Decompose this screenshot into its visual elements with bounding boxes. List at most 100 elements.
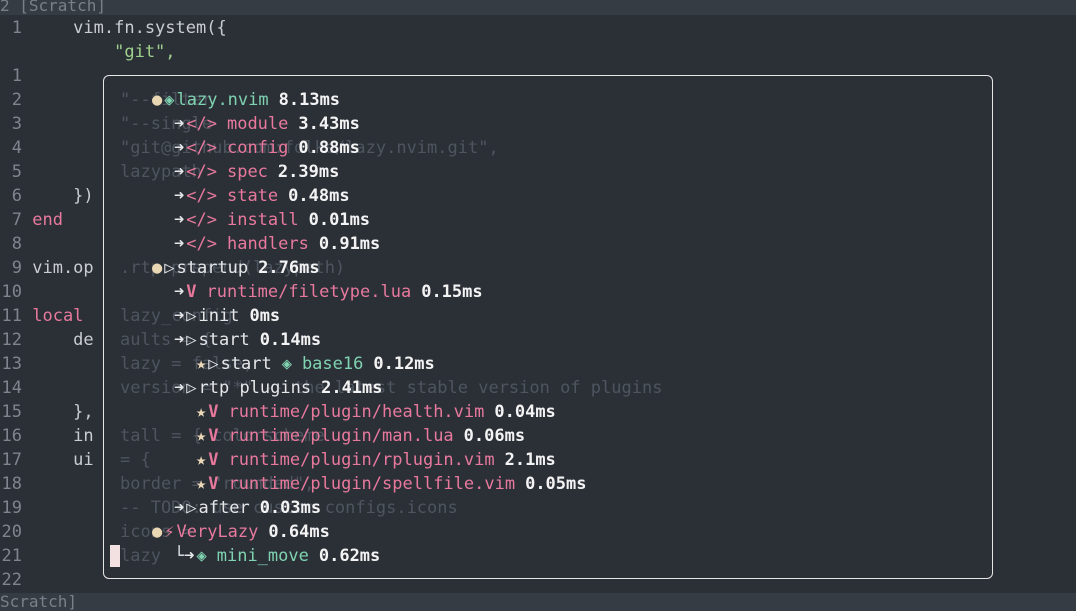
background-code-text: lazy <box>120 546 161 566</box>
line-number: 16 <box>1 426 22 446</box>
arrow-icon: ➜ <box>174 210 185 230</box>
code-icon: </> <box>186 114 217 134</box>
vim-file-icon: V <box>208 474 219 494</box>
profile-row[interactable]: ➜ </> config 0.88ms <box>174 136 360 160</box>
arrow-icon: ➜ <box>174 282 185 302</box>
line-number: 20 <box>1 522 22 542</box>
profile-time: 0.12ms <box>373 354 435 374</box>
profile-row[interactable]: ★ Vruntime/plugin/rplugin.vim 2.1ms <box>196 448 556 472</box>
code-icon: </> <box>186 138 217 158</box>
profile-entry-name: spec <box>226 162 268 182</box>
arrow-icon: ➜ <box>174 162 185 182</box>
event-play-icon: ▷ <box>186 306 197 326</box>
line-number: 8 <box>11 234 22 254</box>
profile-row[interactable]: ● ⚡ VeryLazy 0.64ms <box>152 520 330 544</box>
profile-row[interactable]: ● ◈ lazy.nvim 8.13ms <box>152 88 340 112</box>
star-icon: ★ <box>196 402 207 422</box>
profile-row[interactable]: ➜ ▷ start 0.14ms <box>174 328 321 352</box>
line-code: local <box>22 306 84 326</box>
profile-time: 0.91ms <box>318 234 381 254</box>
line-number: 1 <box>11 18 22 38</box>
event-play-icon: ▷ <box>186 498 197 518</box>
code-icon: </> <box>186 234 217 254</box>
profile-entry-name: runtime/plugin/spellfile.vim <box>228 474 516 494</box>
lazy-profile-popup[interactable]: "--filter "--single "git@github.com:folke/… <box>103 75 993 579</box>
profile-time: 8.13ms <box>278 90 341 110</box>
editor-line[interactable]: "git", <box>0 40 1076 64</box>
profile-time: 0.14ms <box>259 330 322 350</box>
profile-entry-name: module <box>226 114 289 134</box>
line-number: 22 <box>1 570 22 590</box>
line-number: 15 <box>1 402 22 422</box>
plugin-icon: ◈ <box>196 546 207 566</box>
profile-row[interactable]: ★ ▷ start ◈ base16 0.12ms <box>196 352 435 376</box>
line-number: 18 <box>1 474 22 494</box>
profile-row[interactable]: ➜ Vruntime/filetype.lua 0.15ms <box>174 280 483 304</box>
vim-file-icon: V <box>208 450 219 470</box>
profile-entry-name: runtime/filetype.lua <box>206 282 412 302</box>
bullet-icon: ● <box>152 90 163 110</box>
line-number: 17 <box>1 450 22 470</box>
line-code: vim.op <box>22 258 94 278</box>
profile-row[interactable]: ★ Vruntime/plugin/man.lua 0.06ms <box>196 424 525 448</box>
profile-entry-name: runtime/plugin/health.vim <box>228 402 485 422</box>
line-code: ui <box>22 450 94 470</box>
profile-row[interactable]: └➜ ◈ mini_move 0.62ms <box>174 544 380 568</box>
vim-file-icon: V <box>208 426 219 446</box>
vim-file-icon: V <box>186 282 197 302</box>
line-number: 7 <box>11 210 22 230</box>
line-code: end <box>22 210 63 230</box>
profile-row[interactable]: ➜ ▷ init 0ms <box>174 304 280 328</box>
line-code: de <box>22 330 94 350</box>
line-number: 21 <box>1 546 22 566</box>
profile-row[interactable]: ➜ </> install 0.01ms <box>174 208 370 232</box>
statusline: Scratch] <box>0 593 1076 611</box>
bullet-icon: ● <box>152 258 163 278</box>
profile-time: 0.05ms <box>525 474 587 494</box>
star-icon: ★ <box>196 426 207 446</box>
profile-entry-name: mini_move <box>216 546 309 566</box>
star-icon: ★ <box>196 354 207 374</box>
profile-row[interactable]: ★ Vruntime/plugin/health.vim 0.04ms <box>196 400 556 424</box>
profile-entry-name: lazy.nvim <box>176 90 269 110</box>
background-code-text: = { <box>120 450 151 470</box>
profile-row[interactable]: ➜ </> handlers 0.91ms <box>174 232 380 256</box>
profile-row[interactable]: ➜ </> state 0.48ms <box>174 184 350 208</box>
profile-time: 0.06ms <box>463 426 526 446</box>
profile-entry-name: install <box>226 210 299 230</box>
line-number: 19 <box>1 498 22 518</box>
arrow-icon: ➜ <box>174 234 185 254</box>
code-icon: </> <box>186 162 217 182</box>
line-code: }, <box>22 402 94 422</box>
event-play-icon: ▷ <box>186 378 197 398</box>
profile-row[interactable]: ➜ ▷ after 0.03ms <box>174 496 321 520</box>
line-number: 11 <box>1 306 22 326</box>
profile-row[interactable]: ★ Vruntime/plugin/spellfile.vim 0.05ms <box>196 472 587 496</box>
line-number: 5 <box>11 162 22 182</box>
profile-row[interactable]: ➜ ▷ rtp plugins 2.41ms <box>174 376 383 400</box>
text-cursor <box>110 545 120 567</box>
profile-time: 3.43ms <box>298 114 360 134</box>
profile-row[interactable]: ➜ </> module 3.43ms <box>174 112 360 136</box>
plugin-name: base16 <box>301 354 364 374</box>
profile-time: 0.04ms <box>494 402 556 422</box>
editor-line[interactable]: 1 vim.fn.system({ <box>0 16 1076 40</box>
star-icon: ★ <box>196 450 207 470</box>
profile-entry-name: start <box>198 330 250 350</box>
event-play-icon: ▷ <box>208 354 219 374</box>
line-code: in <box>22 426 94 446</box>
profile-row[interactable]: ➜ </> spec 2.39ms <box>174 160 339 184</box>
profile-time: 2.1ms <box>504 450 556 470</box>
profile-time: 0.03ms <box>259 498 322 518</box>
profile-time: 0.01ms <box>308 210 371 230</box>
profile-entry-name: handlers <box>226 234 309 254</box>
profile-row[interactable]: ● ▷ startup 2.76ms <box>152 256 320 280</box>
arrow-icon: ➜ <box>174 498 185 518</box>
profile-time: 2.76ms <box>258 258 320 278</box>
